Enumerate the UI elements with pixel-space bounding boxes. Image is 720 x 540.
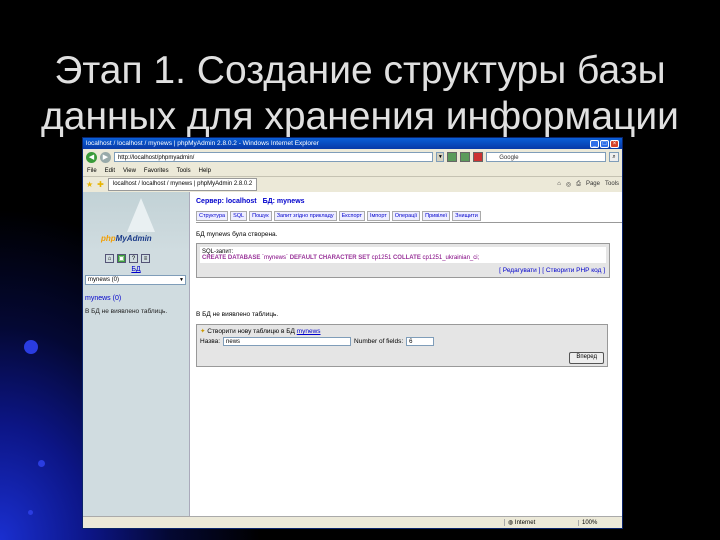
favorites-star-icon[interactable]: ★ bbox=[86, 180, 93, 189]
sail-icon bbox=[127, 198, 155, 232]
address-toolbar: ◀ ▶ http://localhost/phpmyadmin/ ▼ Googl… bbox=[83, 149, 622, 165]
window-title: localhost / localhost / mynews | phpMyAd… bbox=[86, 140, 319, 147]
breadcrumb-db[interactable]: БД: mynews bbox=[263, 198, 305, 205]
pma-left-frame: phpMyAdmin ⌂ ▣ ? ≡ БД mynews (0) mynews … bbox=[83, 192, 190, 517]
fields-count-input[interactable]: 6 bbox=[406, 337, 435, 346]
search-input[interactable]: Google bbox=[486, 152, 607, 162]
menu-tools[interactable]: Tools bbox=[177, 168, 191, 174]
phpmyadmin-logo[interactable]: phpMyAdmin bbox=[83, 192, 189, 252]
logo-text: phpMyAdmin bbox=[101, 234, 152, 243]
pma-tabs: Структура SQL Пошук Запит згідно приклад… bbox=[196, 211, 622, 223]
slide-title: Этап 1. Создание структуры базы данных д… bbox=[0, 48, 720, 140]
menu-bar: File Edit View Favorites Tools Help bbox=[83, 165, 622, 177]
minimize-button[interactable]: _ bbox=[590, 139, 599, 148]
tab-export[interactable]: Експорт bbox=[338, 211, 365, 221]
close-button[interactable]: × bbox=[610, 139, 619, 148]
breadcrumb-server[interactable]: Сервер: localhost bbox=[196, 198, 257, 205]
back-icon[interactable]: ◀ bbox=[86, 151, 97, 163]
browser-window: localhost / localhost / mynews | phpMyAd… bbox=[82, 137, 623, 529]
status-zone: ◍ Internet bbox=[504, 519, 578, 526]
slide-title-line2: данных для хранения информации bbox=[41, 95, 679, 138]
sql-query-box: SQL-запит: CREATE DATABASE `mynews` DEFA… bbox=[196, 243, 610, 278]
menu-help[interactable]: Help bbox=[199, 168, 211, 174]
sql-statement: CREATE DATABASE `mynews` DEFAULT CHARACT… bbox=[202, 255, 480, 261]
tab-query[interactable]: Запит згідно прикладу bbox=[273, 211, 337, 221]
left-db-label: БД bbox=[131, 266, 141, 273]
status-zoom[interactable]: 100% bbox=[578, 519, 622, 526]
menu-edit[interactable]: Edit bbox=[105, 168, 115, 174]
add-favorite-icon[interactable]: ✚ bbox=[97, 180, 104, 189]
menu-favorites[interactable]: Favorites bbox=[144, 168, 169, 174]
new-table-icon: ✦ bbox=[200, 328, 206, 335]
table-name-input[interactable]: news bbox=[223, 337, 352, 346]
go-row: Вперед bbox=[200, 352, 604, 364]
refresh-icon[interactable] bbox=[460, 152, 471, 162]
tab-structure[interactable]: Структура bbox=[196, 211, 229, 221]
create-table-form: ✦ Створити нову таблицю в БД mynews Назв… bbox=[196, 324, 608, 367]
page-menu[interactable]: Page bbox=[586, 181, 600, 188]
window-titlebar: localhost / localhost / mynews | phpMyAd… bbox=[83, 138, 622, 149]
browser-tab[interactable]: localhost / localhost / mynews | phpMyAd… bbox=[107, 178, 258, 191]
create-table-title: ✦ Створити нову таблицю в БД mynews bbox=[200, 328, 321, 335]
db-created-message: БД mynews була створена. bbox=[196, 231, 278, 238]
address-dropdown-icon[interactable]: ▼ bbox=[436, 152, 445, 162]
tab-bar: ★ ✚ localhost / localhost / mynews | php… bbox=[83, 177, 622, 193]
left-icons: ⌂ ▣ ? ≡ bbox=[83, 252, 189, 263]
maximize-button[interactable]: □ bbox=[600, 139, 609, 148]
decor-dot bbox=[24, 340, 38, 354]
pma-main-frame: Сервер: localhost БД: mynews Структура S… bbox=[190, 192, 622, 517]
query-window-icon[interactable]: ▣ bbox=[117, 254, 126, 263]
stop-icon[interactable] bbox=[473, 152, 484, 162]
tab-import[interactable]: Імпорт bbox=[366, 211, 390, 221]
page-content: phpMyAdmin ⌂ ▣ ? ≡ БД mynews (0) mynews … bbox=[83, 192, 622, 517]
tab-drop[interactable]: Знищити bbox=[452, 211, 481, 221]
feeds-icon[interactable]: ◎ bbox=[566, 181, 571, 188]
tab-search[interactable]: Пошук bbox=[249, 211, 272, 221]
menu-view[interactable]: View bbox=[123, 168, 136, 174]
no-tables-message: В БД не виявлено таблиць. bbox=[196, 311, 279, 318]
status-bar: ◍ Internet 100% bbox=[83, 516, 622, 528]
globe-icon: ◍ bbox=[508, 520, 515, 526]
search-icon[interactable]: ⌕ bbox=[609, 152, 620, 162]
tab-privileges[interactable]: Привілеї bbox=[422, 211, 451, 221]
create-table-row: Назва: news Number of fields: 6 bbox=[200, 337, 604, 346]
tab-sql[interactable]: SQL bbox=[230, 211, 248, 221]
slide-title-line1: Этап 1. Создание структуры базы bbox=[54, 49, 666, 92]
sql-links[interactable]: [ Редагувати ] [ Створити PHP код ] bbox=[197, 263, 609, 277]
sql-query-panel: SQL-запит: CREATE DATABASE `mynews` DEFA… bbox=[200, 247, 606, 263]
decor-dot bbox=[28, 510, 33, 515]
left-no-tables: В БД не виявлено таблиць. bbox=[85, 308, 168, 315]
docs-icon[interactable]: ? bbox=[129, 254, 138, 263]
print-icon[interactable]: ⎙ bbox=[576, 181, 581, 188]
go-button[interactable]: Вперед bbox=[569, 352, 604, 364]
left-db-link[interactable]: mynews (0) bbox=[85, 295, 189, 302]
name-label: Назва: bbox=[200, 338, 221, 345]
home-icon[interactable]: ⌂ bbox=[105, 254, 114, 263]
tools-menu[interactable]: Tools bbox=[605, 181, 619, 188]
fields-label: Number of fields: bbox=[354, 338, 404, 345]
breadcrumb: Сервер: localhost БД: mynews bbox=[196, 198, 622, 205]
decor-dot bbox=[38, 460, 45, 467]
command-bar: ⌂ ◎ ⎙ Page Tools bbox=[557, 181, 619, 188]
menu-file[interactable]: File bbox=[87, 168, 97, 174]
address-bar[interactable]: http://localhost/phpmyadmin/ bbox=[113, 152, 434, 162]
go-icon[interactable] bbox=[447, 152, 458, 162]
db-select[interactable]: mynews (0) bbox=[85, 275, 186, 285]
sql-docs-icon[interactable]: ≡ bbox=[141, 254, 150, 263]
tab-operations[interactable]: Операції bbox=[391, 211, 421, 221]
home-icon[interactable]: ⌂ bbox=[557, 181, 561, 188]
forward-icon[interactable]: ▶ bbox=[99, 151, 111, 163]
